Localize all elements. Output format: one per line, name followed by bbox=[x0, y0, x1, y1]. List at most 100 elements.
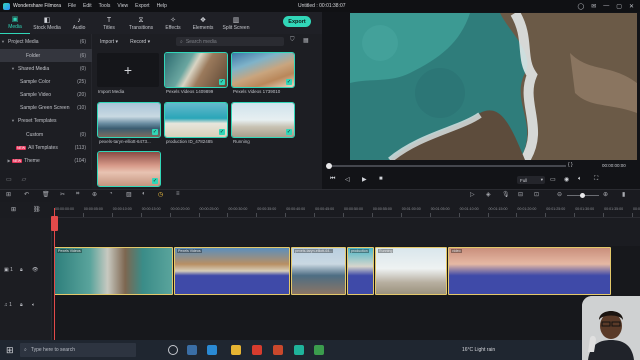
import-media-tile[interactable]: + bbox=[97, 53, 159, 87]
timeline-clip[interactable]: Running bbox=[375, 247, 447, 295]
snap-icon[interactable]: ⊡ bbox=[534, 191, 539, 198]
scrubber-handle[interactable] bbox=[326, 163, 332, 169]
media-thumbnail[interactable]: ✓ bbox=[164, 102, 228, 138]
video-preview[interactable] bbox=[350, 13, 637, 160]
sidebar-item-sample-green-screen[interactable]: Sample Green Screen (10) bbox=[0, 101, 92, 114]
quality-dropdown[interactable]: Full ▾ bbox=[517, 176, 545, 184]
stop-icon[interactable]: ■ bbox=[379, 176, 383, 182]
sidebar-item-all-templates[interactable]: NEW All Templates (113) bbox=[0, 141, 92, 154]
preview-scrubber[interactable] bbox=[328, 165, 566, 167]
volume-icon[interactable]: 🔈︎ bbox=[578, 176, 582, 183]
play-icon[interactable]: ▶ bbox=[362, 176, 367, 183]
timeline-clip[interactable]: pexels-taryn-elliott-64... bbox=[291, 247, 346, 295]
menu-export[interactable]: Export bbox=[135, 3, 149, 9]
menu-help[interactable]: Help bbox=[157, 3, 167, 9]
zoom-in-icon[interactable]: ⊕ bbox=[603, 191, 608, 198]
add-track-icon[interactable]: ⊞ bbox=[11, 206, 16, 213]
speed-ramp-icon[interactable]: ◷ bbox=[158, 191, 163, 198]
weather-widget[interactable]: 16°C Light rain bbox=[462, 347, 495, 353]
speed-icon[interactable]: ◔ bbox=[109, 191, 113, 197]
mark-in-out[interactable]: { } bbox=[568, 162, 573, 168]
render-icon[interactable]: ▷ bbox=[470, 191, 475, 198]
grid-view-icon[interactable]: ▦ bbox=[303, 37, 309, 44]
sidebar-item-sample-color[interactable]: Sample Color (25) bbox=[0, 75, 92, 88]
media-thumbnail[interactable]: ✓ bbox=[231, 52, 295, 88]
tab-effects[interactable]: ✧ Effects bbox=[158, 12, 188, 34]
audio-meter-icon[interactable]: ≡ bbox=[176, 191, 180, 197]
fullscreen-icon[interactable]: ⛶ bbox=[594, 176, 598, 183]
sidebar-item-project-media[interactable]: ▼ Project Media (6) bbox=[0, 35, 92, 48]
import-dropdown[interactable]: Import ▾ bbox=[100, 39, 118, 45]
menu-file[interactable]: File bbox=[68, 3, 76, 9]
link-icon[interactable]: ⛓︎ bbox=[33, 206, 41, 213]
playhead[interactable] bbox=[54, 208, 55, 340]
tab-stock-media[interactable]: ◧ Stock Media bbox=[30, 12, 64, 34]
office-icon[interactable] bbox=[252, 345, 262, 355]
menu-edit[interactable]: Edit bbox=[83, 3, 92, 9]
file-explorer-icon[interactable] bbox=[231, 345, 241, 355]
filmora-taskbar-icon[interactable] bbox=[294, 345, 304, 355]
media-thumbnail[interactable]: ✓ bbox=[97, 102, 161, 138]
powerpoint-icon[interactable] bbox=[273, 345, 283, 355]
color-icon[interactable]: ◐ bbox=[142, 191, 146, 197]
mute-icon[interactable]: 🔈︎ bbox=[32, 302, 35, 308]
marker-icon[interactable]: ◈ bbox=[486, 191, 491, 198]
new-folder-icon[interactable]: ▭ bbox=[6, 176, 12, 183]
add-track-icon[interactable]: ⊞ bbox=[6, 191, 11, 198]
windows-start-icon[interactable]: ⊞ bbox=[6, 345, 14, 356]
tab-audio[interactable]: ♪ Audio bbox=[64, 12, 94, 34]
tab-titles[interactable]: T Titles bbox=[94, 12, 124, 34]
tab-transitions[interactable]: ⧖ Transitions bbox=[124, 12, 158, 34]
taskbar-app-icon[interactable] bbox=[314, 345, 324, 355]
lock-icon[interactable]: 🔒︎ bbox=[20, 267, 23, 273]
maximize-icon[interactable]: ▢ bbox=[616, 3, 622, 10]
taskbar-app-icon[interactable] bbox=[187, 345, 197, 355]
record-dropdown[interactable]: Record ▾ bbox=[130, 39, 150, 45]
timeline-clip[interactable]: Pexels Videos bbox=[54, 247, 173, 295]
edge-icon[interactable] bbox=[207, 345, 217, 355]
tab-elements[interactable]: ❖ Elements bbox=[188, 12, 218, 34]
visibility-icon[interactable]: 👁︎ bbox=[32, 267, 38, 273]
sidebar-item-folder[interactable]: Folder (6) bbox=[0, 49, 92, 62]
sidebar-item-preset-templates[interactable]: ▼ Preset Templates bbox=[0, 114, 92, 127]
timeline-layout-icon[interactable]: ▮ bbox=[622, 191, 625, 198]
search-input[interactable]: ⌕ Search media bbox=[176, 37, 284, 46]
tab-media[interactable]: ▣ Media bbox=[0, 12, 30, 34]
crop-icon[interactable]: ⌗ bbox=[76, 191, 79, 198]
account-icon[interactable]: ◯ bbox=[578, 3, 585, 10]
previous-frame-icon[interactable]: ⏮ bbox=[330, 176, 335, 183]
green-screen-icon[interactable]: ▨ bbox=[126, 191, 132, 198]
sidebar-item-shared-media[interactable]: ▼ Shared Media (0) bbox=[0, 62, 92, 75]
lock-icon[interactable]: 🔒︎ bbox=[20, 302, 23, 308]
close-icon[interactable]: ✕ bbox=[629, 3, 634, 10]
delete-icon[interactable]: 🗑︎ bbox=[42, 191, 50, 198]
display-icon[interactable]: ▭ bbox=[550, 176, 556, 183]
sidebar-item-theme[interactable]: ▶ NEW Theme (104) bbox=[0, 154, 92, 167]
rewind-icon[interactable]: ◁ bbox=[345, 176, 350, 183]
sidebar-item-custom[interactable]: Custom (0) bbox=[0, 128, 92, 141]
zoom-out-icon[interactable]: ⊖ bbox=[557, 191, 562, 198]
sidebar-item-sample-video[interactable]: Sample Video (20) bbox=[0, 88, 92, 101]
zoom-icon[interactable]: ⊕ bbox=[92, 191, 97, 198]
folder-icon[interactable]: ▱ bbox=[22, 176, 27, 183]
menu-tools[interactable]: Tools bbox=[99, 3, 111, 9]
zoom-slider-handle[interactable] bbox=[580, 193, 585, 198]
media-thumbnail[interactable]: ✓ bbox=[231, 102, 295, 138]
filter-icon[interactable]: ⛉ bbox=[290, 37, 295, 44]
cut-icon[interactable]: ✂ bbox=[60, 191, 65, 198]
snapshot-icon[interactable]: ◉ bbox=[564, 176, 569, 183]
timeline-clip[interactable]: production bbox=[347, 247, 374, 295]
media-thumbnail[interactable]: ✓ bbox=[164, 52, 228, 88]
undo-icon[interactable]: ↶ bbox=[24, 191, 29, 198]
menu-view[interactable]: View bbox=[117, 3, 128, 9]
tab-split-screen[interactable]: ▥ Split Screen bbox=[218, 12, 254, 34]
taskbar-search-input[interactable]: ⌕ Type here to search bbox=[20, 343, 136, 357]
mixer-icon[interactable]: ⊟ bbox=[518, 191, 523, 198]
mic-icon[interactable]: 🎙︎ bbox=[502, 191, 510, 198]
media-thumbnail[interactable]: ✓ bbox=[97, 151, 161, 187]
minimize-icon[interactable]: — bbox=[603, 3, 609, 9]
timeline-clip[interactable]: video bbox=[448, 247, 611, 295]
timeline-clip[interactable]: Pexels Videos bbox=[174, 247, 290, 295]
task-view-icon[interactable] bbox=[168, 345, 178, 355]
notification-icon[interactable]: ✉ bbox=[591, 3, 596, 10]
